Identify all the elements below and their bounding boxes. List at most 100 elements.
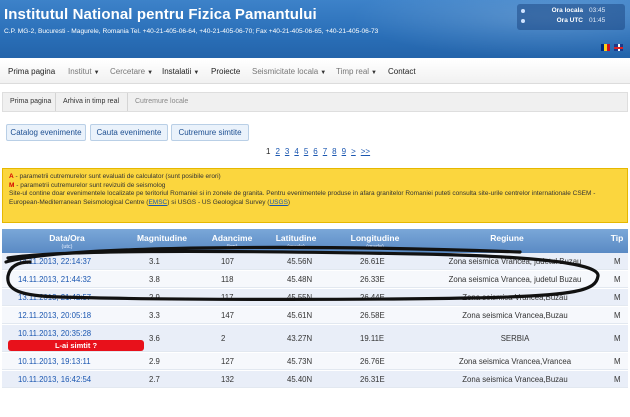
nav-instalatii[interactable]: Instalatii ▼ (162, 67, 199, 76)
felt-report-button[interactable]: L-ai simtit ? (8, 340, 144, 351)
chevron-down-icon: ▼ (371, 70, 377, 76)
site-address: C.P. MG-2, Bucuresti - Magurele, Romania… (4, 28, 379, 35)
cell-date[interactable]: 13.11.2013, 21:42:57 (18, 293, 91, 302)
cell-date[interactable]: 10.11.2013, 16:42:54 (18, 375, 91, 384)
table-row: 12.11.2013, 20:05:18 3.3 147 45.61N 26.58E Zo… (2, 307, 628, 324)
site-header: Institutul National pentru Fizica Pamant… (0, 0, 630, 58)
usgs-link[interactable]: USGS (269, 199, 287, 206)
clock-dot-icon (521, 19, 525, 23)
cell-date[interactable]: 10.11.2013, 19:13:11 (18, 357, 91, 366)
col-longitude: Longitudine (350, 233, 400, 243)
nav-timp-real[interactable]: Timp real ▼ (336, 67, 377, 76)
table-row: 13.11.2013, 21:42:57 2.9 117 45.55N 26.44E Zo… (2, 289, 628, 306)
romania-flag-icon[interactable] (601, 44, 610, 51)
cell-date[interactable]: 14.11.2013, 22:14:37 (18, 257, 91, 266)
col-latitude: Latitudine (275, 233, 317, 243)
page-link[interactable]: 7 (323, 147, 327, 156)
cell-magnitude: 2.9 (149, 357, 160, 366)
catalog-events-button[interactable]: Catalog evenimente (6, 124, 86, 141)
clock-local-label: Ora locala (551, 7, 583, 14)
col-type: Tip (610, 233, 624, 243)
clock-utc-label: Ora UTC (556, 17, 583, 24)
nav-institut[interactable]: Institut ▼ (68, 67, 100, 76)
cell-region: Zona seismica Vrancea, judetul Buzau (448, 257, 582, 266)
earthquake-table: Data/Ora (utc) Magnitudine Adancime (km)… (2, 229, 628, 417)
cell-latitude: 43.27N (287, 334, 313, 343)
chevron-down-icon: ▼ (320, 70, 327, 76)
info-line-coverage: Site-ul contine doar evenimentele locali… (9, 190, 596, 198)
col-latitude-unit: (grade) (287, 244, 305, 250)
felt-earthquakes-button[interactable]: Cutremure simtite (171, 124, 249, 141)
cell-type: M (614, 375, 621, 384)
cell-depth: 132 (221, 375, 235, 384)
col-depth-unit: (km) (226, 244, 238, 250)
table-row: 10.11.2013, 19:13:11 2.9 127 45.73N 26.76E Zo… (2, 353, 628, 370)
cell-date[interactable]: 14.11.2013, 21:44:32 (18, 275, 91, 284)
cell-date[interactable]: 10.11.2013, 20:35:28 (18, 329, 91, 338)
chevron-down-icon: ▼ (193, 70, 200, 76)
col-date: Data/Ora (49, 233, 85, 243)
cell-latitude: 45.61N (287, 311, 313, 320)
page-link[interactable]: 4 (294, 147, 298, 156)
cell-type: M (614, 275, 621, 284)
cell-date[interactable]: 12.11.2013, 20:05:18 (18, 311, 91, 320)
page-link[interactable]: 2 (275, 147, 279, 156)
page-link[interactable]: 9 (342, 147, 346, 156)
cell-type: M (614, 311, 621, 320)
table-row: 10.11.2013, 20:35:28 3.6 2 43.27N 19.11E SERB… (2, 325, 628, 352)
cell-type: M (614, 334, 621, 343)
emsc-link[interactable]: EMSC (148, 199, 167, 206)
clock-utc-value: 01:45 (589, 17, 606, 24)
nav-contact[interactable]: Contact (388, 67, 416, 76)
page-link[interactable]: 8 (332, 147, 336, 156)
page-link[interactable]: 3 (285, 147, 289, 156)
clock-local-row: Ora locala 03:45 (517, 6, 625, 16)
cell-latitude: 45.48N (287, 275, 313, 284)
nav-proiecte[interactable]: Proiecte (211, 67, 240, 76)
info-line-auto: A - parametrii cutremurelor sunt evaluat… (9, 173, 221, 180)
col-longitude-unit: (grade) (366, 244, 384, 250)
nav-seismicitate-locala[interactable]: Seismicitate locala ▼ (252, 67, 326, 76)
cell-region: Zona seismica Vrancea,Buzau (462, 311, 568, 320)
cell-magnitude: 2.9 (149, 293, 160, 302)
cell-latitude: 45.56N (287, 257, 313, 266)
nav-prima-pagina[interactable]: Prima pagina (8, 67, 55, 76)
chevron-down-icon: ▼ (93, 70, 100, 76)
breadcrumb-current: Cutremure locale (135, 98, 189, 105)
nav-cercetare[interactable]: Cercetare ▼ (110, 67, 153, 76)
page-link[interactable]: 5 (304, 147, 308, 156)
cell-depth: 2 (221, 334, 226, 343)
breadcrumb-arhiva[interactable]: Arhiva in timp real (63, 98, 119, 105)
cell-magnitude: 3.3 (149, 311, 160, 320)
info-line-manual: M - parametrii cutremurelor sunt revizui… (9, 181, 166, 189)
info-line-links: European-Mediterranean Seismological Cen… (9, 198, 291, 206)
search-events-button[interactable]: Cauta evenimente (90, 124, 168, 141)
breadcrumb-prima-pagina[interactable]: Prima pagina (10, 98, 51, 105)
cell-region: Zona seismica Vrancea,Vrancea (458, 357, 572, 366)
site-title[interactable]: Institutul National pentru Fizica Pamant… (4, 6, 317, 23)
page-link[interactable]: 6 (313, 147, 317, 156)
cell-depth: 127 (221, 357, 235, 366)
page-link[interactable]: 1 (266, 147, 270, 156)
breadcrumb-divider (127, 93, 128, 111)
next-page-link[interactable]: > (351, 147, 356, 156)
cell-region: SERBIA (500, 334, 530, 343)
pagination: 1 2 3 4 5 6 7 8 9 > >> (266, 147, 375, 156)
uk-flag-icon[interactable] (614, 44, 623, 51)
cell-magnitude: 2.7 (149, 375, 160, 384)
clock-panel: Ora locala 03:45 Ora UTC 01:45 (517, 4, 625, 30)
cell-region: Zona seismica Vrancea, judetul Buzau (448, 275, 582, 284)
cell-magnitude: 3.6 (149, 334, 160, 343)
cell-depth: 118 (221, 275, 234, 284)
last-page-link[interactable]: >> (361, 147, 370, 156)
cell-longitude: 26.31E (360, 375, 385, 384)
cell-longitude: 19.11E (360, 334, 385, 343)
cell-region: Zona seismica Vrancea,Buzau (462, 375, 568, 384)
info-notice: A - parametrii cutremurelor sunt evaluat… (2, 168, 628, 223)
col-magnitude: Magnitudine (136, 233, 188, 243)
cell-magnitude: 3.1 (149, 257, 160, 266)
clock-utc-row: Ora UTC 01:45 (517, 16, 625, 26)
col-depth: Adancime (211, 233, 253, 243)
cell-type: M (614, 357, 621, 366)
table-header: Data/Ora (utc) Magnitudine Adancime (km)… (2, 229, 628, 253)
